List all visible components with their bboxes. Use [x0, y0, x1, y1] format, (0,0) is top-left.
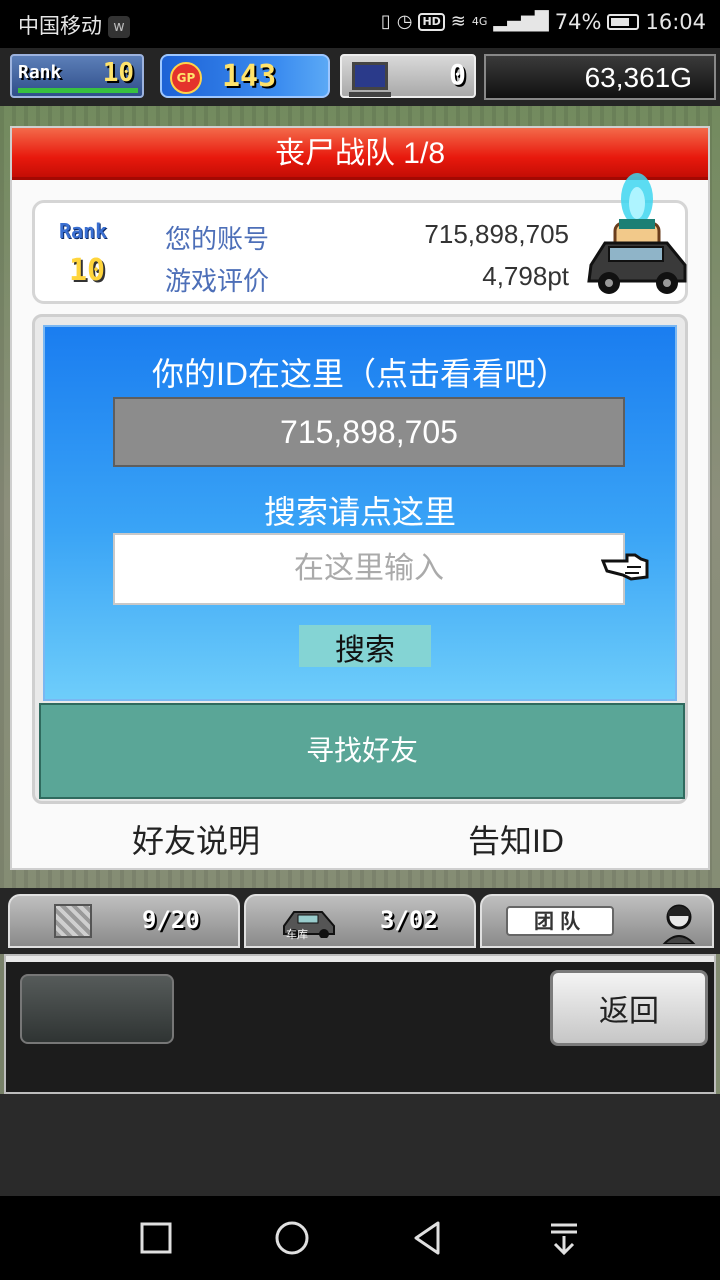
computer-value: 0	[449, 58, 466, 91]
gp-counter[interactable]: GP 143	[160, 54, 330, 98]
status-icons: ▯ ◷ HD ≋ 4G ▂▄▆█ 74% 16:04	[381, 10, 706, 34]
garage-tab[interactable]: 车库 3/02	[244, 894, 476, 948]
back-button[interactable]: 返回	[550, 970, 708, 1046]
rating-value: 4,798pt	[482, 261, 569, 291]
my-id-title: 你的ID在这里（点击看看吧）	[151, 356, 568, 392]
friend-id-search-input[interactable]	[113, 533, 625, 605]
crate-count: 9/20	[142, 906, 200, 934]
account-rank-value: 10	[69, 253, 106, 288]
money-display: 63,361G	[484, 54, 716, 100]
find-friend-button[interactable]: 寻找好友	[39, 703, 685, 799]
gp-coin-icon: GP	[170, 62, 202, 94]
status-bar: 中国移动 w ▯ ◷ HD ≋ 4G ▂▄▆█ 74% 16:04	[0, 0, 720, 48]
battery-icon	[607, 14, 640, 30]
alarm-icon: ◷	[396, 11, 413, 32]
control-panel: 返回	[4, 954, 716, 1094]
search-button[interactable]: 搜索	[299, 625, 431, 667]
gp-value: 143	[222, 59, 277, 94]
id-search-panel: 你的ID在这里（点击看看吧） 715,898,705 搜索请点这里 搜索 寻找好…	[32, 314, 688, 804]
back-icon[interactable]	[406, 1216, 450, 1260]
my-id-box[interactable]: 715,898,705	[113, 397, 625, 467]
person-icon	[662, 904, 696, 944]
carrier-text: 中国移动	[18, 14, 102, 38]
account-info-card: Rank 10 您的账号 715,898,705 游戏评价 4,798pt	[32, 173, 688, 304]
carrier-name: 中国移动 w	[18, 10, 130, 40]
car-avatar-icon	[587, 173, 687, 294]
team-label: 团队	[506, 906, 614, 936]
network-type: 4G	[471, 15, 488, 28]
team-tab[interactable]: 团队	[480, 894, 714, 948]
computer-icon	[349, 62, 391, 97]
rank-label: Rank	[18, 62, 62, 83]
tell-id-link[interactable]: 告知ID	[468, 816, 564, 862]
hd-icon: HD	[418, 13, 445, 31]
account-label: 您的账号	[165, 224, 270, 254]
battery-percent: 74%	[554, 10, 602, 34]
rank-value: 10	[102, 58, 134, 88]
wifi-icon: ≋	[450, 11, 466, 32]
pointer-hand-icon	[601, 553, 649, 581]
garage-label: 车库	[286, 928, 308, 941]
vibrate-icon: ▯	[380, 11, 391, 32]
account-value: 715,898,705	[424, 219, 569, 249]
recent-apps-icon[interactable]	[134, 1216, 178, 1260]
bottom-tab-bar: 9/20 车库 3/02 团队	[0, 888, 720, 954]
garage-count: 3/02	[380, 906, 438, 934]
rating-label: 游戏评价	[165, 266, 270, 296]
home-icon[interactable]	[270, 1216, 314, 1260]
system-nav-bar	[0, 1196, 720, 1280]
signal-icon: ▂▄▆█	[493, 11, 549, 32]
rank-indicator: Rank 10	[10, 54, 144, 98]
crate-icon	[54, 904, 92, 938]
search-title: 搜索请点这里	[263, 494, 456, 530]
money-value: 63,361G	[584, 62, 692, 93]
blank-panel-button[interactable]	[20, 974, 174, 1044]
rank-progress-bar	[18, 88, 138, 93]
id-search-area: 你的ID在这里（点击看看吧） 715,898,705 搜索请点这里 搜索	[43, 325, 677, 701]
top-hud: Rank 10 GP 143 0 63,361G	[0, 48, 720, 106]
notification-pull-icon[interactable]	[542, 1216, 586, 1260]
account-rank-label: Rank	[59, 219, 108, 243]
team-dialog: 丧尸战队 1/8 Rank 10 您的账号 715,898,705 游戏评价 4…	[10, 126, 710, 870]
friend-help-link[interactable]: 好友说明	[132, 816, 260, 862]
clock: 16:04	[645, 10, 706, 34]
carrier-badge-icon: w	[108, 16, 130, 38]
computer-counter[interactable]: 0	[340, 54, 476, 98]
lower-filler	[0, 1094, 720, 1196]
storage-tab[interactable]: 9/20	[8, 894, 240, 948]
